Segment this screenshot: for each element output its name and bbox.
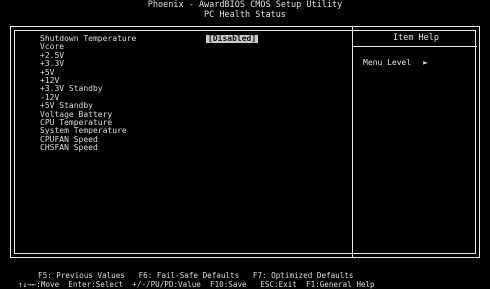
menu-level-row: Menu Level ►: [363, 58, 428, 67]
page-title: PC Health Status: [204, 10, 286, 20]
setting-label: CHSFAN Speed: [40, 143, 98, 153]
help-separator: [353, 46, 477, 47]
item-help-title: Item Help: [392, 33, 440, 43]
panel-divider: [352, 26, 353, 258]
key-help-line-2: F5: Previous Values F6: Fail-Safe Defaul…: [38, 271, 354, 280]
setting-chsfan-speed: CHSFAN Speed: [40, 143, 340, 153]
key-help-line-1: ↑↓→←:Move Enter:Select +/-/PU/PD:Value F…: [18, 280, 375, 289]
setting-plus-5v: +5V: [40, 68, 340, 77]
bios-title: Phoenix - AwardBIOS CMOS Setup Utility: [147, 0, 343, 10]
setting-plus-2-5v: +2.5V: [40, 51, 340, 60]
menu-level-arrow-icon: ►: [423, 58, 428, 67]
setting-vcore: Vcore: [40, 43, 340, 51]
key-help-footer: ↑↓→←:Move Enter:Select +/-/PU/PD:Value F…: [0, 262, 490, 289]
menu-level-label: Menu Level: [363, 58, 412, 67]
header: Phoenix - AwardBIOS CMOS Setup Utility P…: [0, 0, 490, 22]
setting-plus-3-3v-standby: +3.3V Standby: [40, 85, 340, 93]
shutdown-temperature-value[interactable]: [Disabled]: [206, 34, 259, 44]
setting-shutdown-temperature[interactable]: Shutdown Temperature [Disabled]: [40, 34, 340, 44]
health-status-list: Shutdown Temperature [Disabled] Vcore +2.…: [40, 34, 340, 153]
setting-plus-3-3v: +3.3V: [40, 59, 340, 68]
